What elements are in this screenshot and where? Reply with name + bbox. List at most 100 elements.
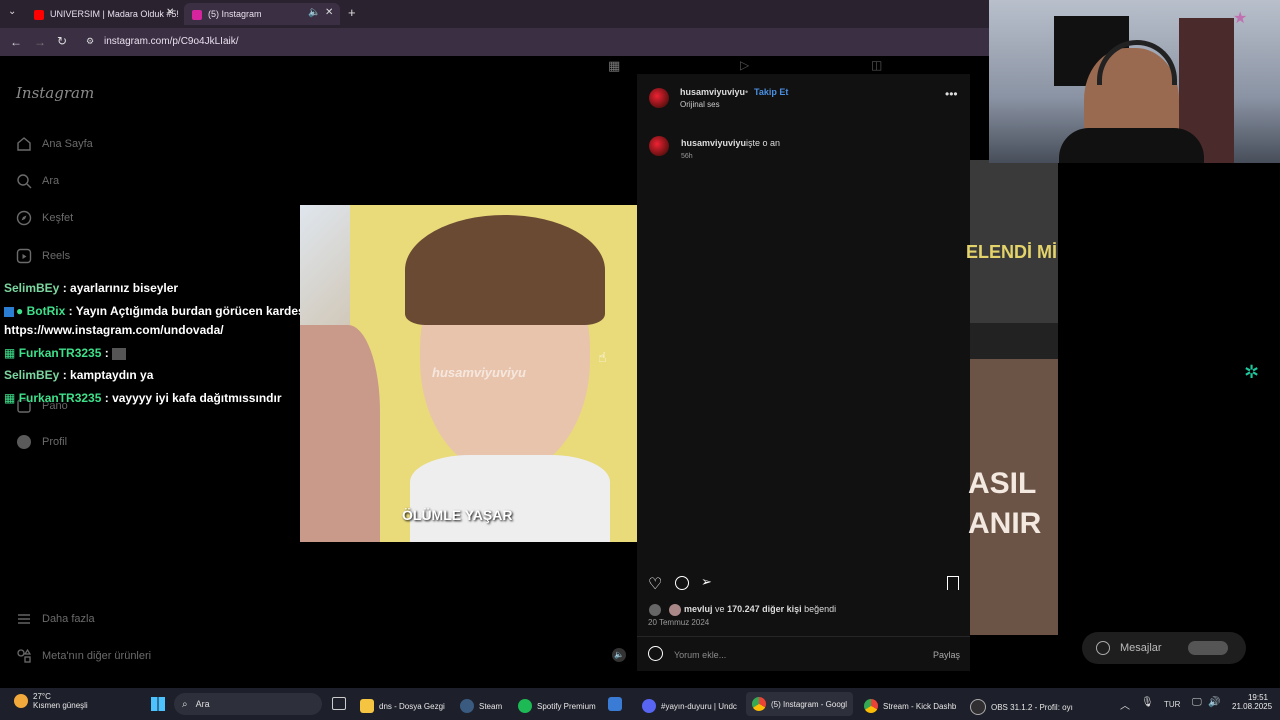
new-tab-button[interactable]: + [348,5,356,20]
post-side-panel: husamviyuviyu • Takip Et Orijinal ses ••… [637,74,970,671]
clock[interactable]: 19:51 21.08.2025 [1232,693,1272,711]
chat-message: ▦ FurkanTR3235 : vayyyy iyi kafa dağıtmı… [4,391,281,405]
comment-text: işte o an [746,138,781,148]
emoji-icon[interactable] [648,646,663,661]
video-shirt [410,455,610,542]
taskbar-app[interactable]: OBS 31.1.2 - Profil: oyı [970,699,1073,715]
close-tab-icon[interactable]: ✕ [166,7,174,18]
site-info-icon[interactable]: ⚙ [86,36,94,47]
avatar[interactable] [649,88,669,108]
taskbar-app[interactable]: Steam [460,699,502,713]
sidebar-item-explore[interactable]: Keşfet [16,210,73,226]
sidebar-item-meta[interactable]: Meta'nın diğer ürünleri [16,648,151,664]
sidebar-item-profile[interactable]: Profil [16,434,67,450]
verified-icon: ● [16,304,24,318]
taskbar-app-label: (5) Instagram - Googl [771,699,848,709]
likes-line: mevluj ve 170.247 diğer kişi beğendi [684,604,836,614]
more-options-icon[interactable]: ••• [945,87,958,101]
tab-list-button[interactable]: ⌄ [8,6,16,17]
close-tab-icon[interactable]: ✕ [325,7,333,18]
thumbnail[interactable]: ASIL ANIR [968,359,1058,635]
grid-icon[interactable]: ▦ [608,58,620,74]
post-video[interactable]: husamviyuviyu ÖLÜMLE YAŞAR [300,205,637,542]
sidebar-item-label: Profil [42,436,68,448]
profile-icon [17,435,31,449]
chat-text: : [104,346,109,360]
taskbar-app[interactable]: dns - Dosya Gezgi [360,699,445,713]
home-icon [17,137,31,151]
comment-time: 56h [681,153,693,160]
tab-label: UNIVERSIM | Madara Olduk #5! [50,9,178,19]
audio-label[interactable]: Orijinal ses [680,100,720,109]
weather-widget[interactable]: 27°C Kısmen güneşli [14,692,88,710]
comment-input[interactable]: Yorum ekle... [674,650,726,660]
url-field[interactable]: instagram.com/p/C9o4JkLIaik/ [104,36,239,47]
mute-icon[interactable]: 🔈 [612,648,626,662]
taskbar-app-label: #yayın-duyuru | Undc [661,701,737,711]
save-icon[interactable] [947,576,959,590]
cursor-icon: ☝ [598,349,607,365]
sidebar-item-more[interactable]: Daha fazla [16,611,95,627]
taskbar-app[interactable]: Stream - Kick Dashb [864,699,956,713]
app-icon[interactable] [608,697,622,711]
messages-label: Mesajlar [1120,642,1162,654]
volume-icon[interactable]: 🔊 [1208,697,1220,708]
instagram-logo[interactable]: Instagram [16,84,94,102]
chat-text: https://www.instagram.com/undovada/ [4,323,224,337]
taskbar-app[interactable]: #yayın-duyuru | Undc [642,699,737,713]
taskbar-app[interactable]: Spotify Premium [518,699,596,713]
share-button[interactable]: Paylaş [933,650,960,660]
share-icon[interactable]: ➢ [701,574,712,590]
messages-button[interactable]: Mesajlar [1082,632,1246,664]
thumbnail[interactable]: ELENDİ Mİ [966,160,1058,323]
sidebar-item-label: Ana Sayfa [42,138,93,150]
forward-icon[interactable]: → [34,35,46,49]
compass-icon [16,210,32,226]
weather-icon [14,694,28,708]
video-hand [300,325,380,542]
tab-label: (5) Instagram [208,9,262,19]
back-icon[interactable]: ← [10,35,22,49]
comment-icon[interactable] [675,576,689,590]
taskbar-search[interactable]: ⌕ Ara [174,693,322,715]
sidebar-item-home[interactable]: Ana Sayfa [16,136,93,152]
reels-tab-icon[interactable]: ▷ [740,58,749,72]
liker-avatar [669,604,681,616]
speaker-icon[interactable]: 🔈 [308,7,320,18]
likes-count[interactable]: 170.247 diğer kişi [727,604,802,614]
follow-button[interactable]: Takip Et [754,87,788,97]
sidebar-item-reels[interactable]: Reels [16,248,70,264]
like-icon[interactable]: ♡ [648,574,662,594]
avatar[interactable] [649,136,669,156]
sidebar-item-label: Reels [42,250,71,262]
tray-chevron-icon[interactable]: ︿ [1120,697,1130,712]
separator-dot: • [745,87,749,97]
comment-username[interactable]: husamviyuviyu [681,138,746,148]
start-button[interactable] [151,697,165,711]
clock-time: 19:51 [1247,693,1268,702]
sidebar-item-label: Meta'nın diğer ürünleri [42,650,152,662]
tagged-icon[interactable]: ◫ [871,58,882,72]
likes-user[interactable]: mevluj [684,604,713,614]
chrome-icon [752,697,766,711]
comment-divider [637,636,970,637]
menu-icon [18,614,30,624]
network-icon[interactable]: 🖵 [1192,697,1202,708]
chat-message: https://www.instagram.com/undovada/ [4,323,224,337]
sidebar-item-label: Daha fazla [42,613,95,625]
language-indicator[interactable]: TUR [1164,700,1180,709]
task-view-icon[interactable] [332,697,346,710]
chat-text: : ayarlarınız biseyler [62,281,179,295]
sidebar-item-search[interactable]: Ara [16,173,59,189]
ai-assistant-icon[interactable]: ✲ [1244,362,1259,383]
chat-text: : kamptaydın ya [62,368,154,382]
taskbar-app-active[interactable]: (5) Instagram - Googl [746,692,854,716]
emote-icon [112,347,127,360]
tab-universim[interactable]: UNIVERSIM | Madara Olduk #5! [26,3,178,25]
browser-tab-bar: ⌄ UNIVERSIM | Madara Olduk #5! ✕ (5) Ins… [0,0,990,28]
reload-icon[interactable]: ↻ [57,34,67,48]
post-username[interactable]: husamviyuviyu [680,87,745,97]
microphone-icon[interactable]: 🎙 [1141,697,1154,708]
search-icon [17,174,32,189]
weather-desc: Kısmen güneşli [33,701,88,710]
